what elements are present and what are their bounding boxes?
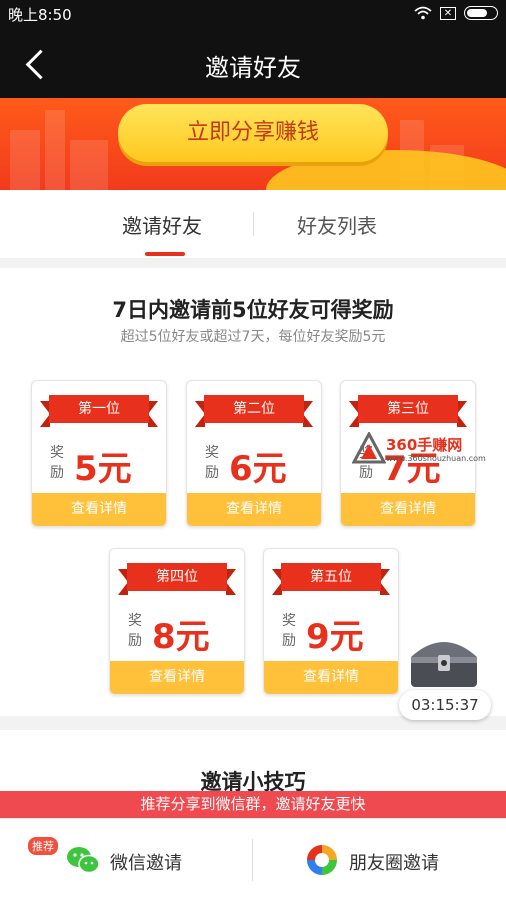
wechat-invite-button[interactable]: 推荐 微信邀请 xyxy=(28,837,228,883)
reward-label: 奖励 xyxy=(128,613,142,649)
reward-amount: 9元 xyxy=(306,617,364,657)
tab-invite-friends[interactable]: 邀请好友 xyxy=(122,210,202,239)
ribbon-tail xyxy=(148,401,158,427)
reward-rank: 第四位 xyxy=(127,563,227,597)
moments-invite-button[interactable]: 朋友圈邀请 xyxy=(305,837,495,883)
moments-invite-label: 朋友圈邀请 xyxy=(349,853,439,874)
watermark-text: 360手赚网 xyxy=(386,436,463,454)
banner-building xyxy=(45,110,65,190)
page-title: 邀请好友 xyxy=(205,54,301,82)
reward-label: 奖励 xyxy=(50,445,64,481)
ribbon-tail xyxy=(226,569,236,595)
reward-rank: 第一位 xyxy=(49,395,149,429)
active-tab-indicator xyxy=(145,252,185,256)
sim-x-icon: ✕ xyxy=(440,6,456,20)
tab-friend-list[interactable]: 好友列表 xyxy=(297,210,377,239)
countdown-timer: 03:15:37 xyxy=(399,690,491,720)
reward-card: 第五位 奖励 9元 查看详情 xyxy=(263,548,399,695)
promo-bar: 推荐分享到微信群，邀请好友更快 xyxy=(0,791,506,818)
reward-rank: 第三位 xyxy=(358,395,458,429)
watermark-url: www.360shouzhuan.com xyxy=(386,454,486,463)
view-details-button[interactable]: 查看详情 xyxy=(341,493,475,526)
treasure-chest-icon[interactable] xyxy=(405,633,483,691)
banner-building xyxy=(70,140,108,190)
share-banner: 立即分享赚钱 xyxy=(0,98,506,190)
status-icons: ✕ xyxy=(414,6,498,20)
ribbon-tail xyxy=(380,569,390,595)
status-time: 晚上8:50 xyxy=(8,6,72,24)
ribbon-tail xyxy=(303,401,313,427)
tab-divider xyxy=(253,212,254,236)
view-details-button[interactable]: 查看详情 xyxy=(110,661,244,694)
reward-label: 奖励 xyxy=(282,613,296,649)
reward-card: 第二位 奖励 6元 查看详情 xyxy=(186,380,322,527)
tab-bar: 邀请好友 好友列表 xyxy=(0,190,506,259)
nav-bar: 邀请好友 xyxy=(0,28,506,98)
view-details-button[interactable]: 查看详情 xyxy=(264,661,398,694)
rewards-heading: 7日内邀请前5位好友可得奖励 xyxy=(112,298,394,322)
banner-building xyxy=(10,130,40,190)
reward-card: 第一位 奖励 5元 查看详情 xyxy=(31,380,167,527)
share-earn-button[interactable]: 立即分享赚钱 xyxy=(118,104,388,162)
wechat-icon xyxy=(67,847,100,874)
reward-label: 奖励 xyxy=(205,445,219,481)
reward-amount: 5元 xyxy=(74,449,132,489)
reward-amount: 6元 xyxy=(229,449,287,489)
ribbon-tail xyxy=(457,401,467,427)
recommend-badge: 推荐 xyxy=(28,837,58,855)
rewards-subheading: 超过5位好友或超过7天，每位好友奖励5元 xyxy=(120,329,386,345)
view-details-button[interactable]: 查看详情 xyxy=(32,493,166,526)
reward-amount: 8元 xyxy=(152,617,210,657)
share-options-bar: 推荐 微信邀请 朋友圈邀请 xyxy=(0,818,506,901)
bottom-divider xyxy=(252,839,253,881)
reward-rank: 第二位 xyxy=(204,395,304,429)
wechat-invite-label: 微信邀请 xyxy=(110,853,182,874)
moments-icon xyxy=(307,845,337,875)
battery-icon xyxy=(464,6,498,20)
status-bar: 晚上8:50 ✕ xyxy=(0,0,506,28)
wifi-icon xyxy=(414,6,432,20)
reward-card: 第四位 奖励 8元 查看详情 xyxy=(109,548,245,695)
watermark: 360手赚网 www.360shouzhuan.com xyxy=(352,432,502,468)
watermark-logo-icon xyxy=(352,432,386,464)
view-details-button[interactable]: 查看详情 xyxy=(187,493,321,526)
reward-rank: 第五位 xyxy=(281,563,381,597)
